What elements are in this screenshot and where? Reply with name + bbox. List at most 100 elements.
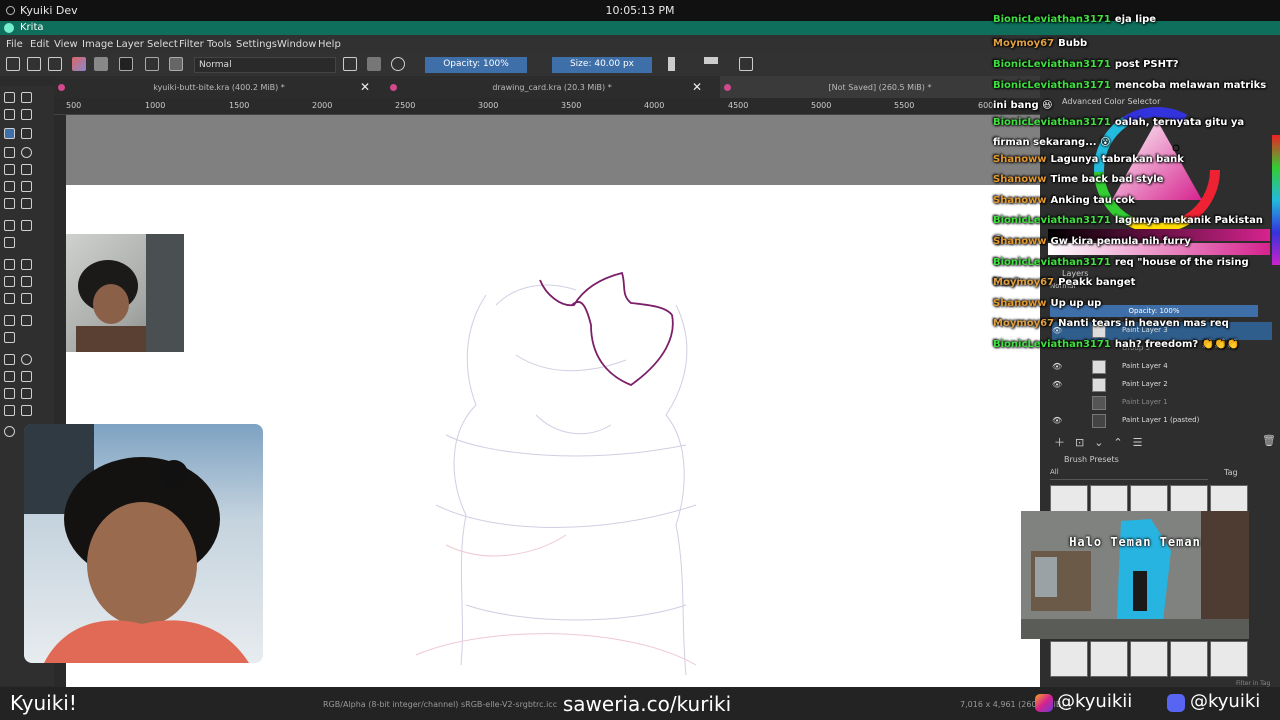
color-sampler-tool-icon[interactable] [21, 259, 32, 270]
chat-username: BionicLeviathan3171 [993, 14, 1111, 25]
chat-text: Anking tau cok [1050, 195, 1135, 206]
assistant-tool-icon[interactable] [4, 315, 15, 326]
calligraphy-tool-icon[interactable] [21, 109, 32, 120]
freehand-brush-tool-icon[interactable] [4, 128, 15, 139]
gradient-tool-icon[interactable] [4, 259, 15, 270]
gradient-swatch[interactable] [72, 57, 86, 71]
save-document-icon[interactable] [48, 57, 62, 71]
menu-select[interactable]: Select [147, 39, 178, 50]
chat-text: eja lipe [1114, 14, 1157, 25]
elliptical-selection-tool-icon[interactable] [21, 354, 32, 365]
menu-tools[interactable]: Tools [207, 39, 232, 50]
crop-tool-icon[interactable] [4, 237, 15, 248]
chat-username: BionicLeviathan3171 [993, 117, 1111, 128]
close-tab-icon[interactable]: ✕ [692, 80, 702, 94]
menu-filter[interactable]: Filter [179, 39, 204, 50]
reference-images-tool-icon[interactable] [4, 332, 15, 343]
open-document-icon[interactable] [27, 57, 41, 71]
chat-message: Moymoy67 Nanti tears in heaven mas req [993, 314, 1273, 334]
reload-preset-icon[interactable] [391, 57, 405, 71]
alpha-lock-icon[interactable] [367, 57, 381, 71]
text-tool-icon[interactable] [21, 92, 32, 103]
chat-username: BionicLeviathan3171 [993, 59, 1111, 70]
magnetic-selection-tool-icon[interactable] [21, 405, 32, 416]
visibility-eye-icon[interactable]: 👁 [1052, 380, 1062, 389]
contiguous-selection-tool-icon[interactable] [4, 388, 15, 399]
menu-help[interactable]: Help [318, 39, 341, 50]
ruler-label: 5000 [811, 101, 832, 110]
layer-actions[interactable]: ＋⊡⌄⌃☰ [1054, 434, 1153, 450]
tab-kyuiki-butt-bite[interactable]: kyuiki-butt-bite.kra (400.2 MiB) * ✕ [54, 76, 384, 98]
multibrush-tool-icon[interactable] [21, 198, 32, 209]
document-icon [58, 84, 65, 91]
menu-file[interactable]: File [6, 39, 23, 50]
dynamic-brush-tool-icon[interactable] [4, 198, 15, 209]
crop-icon[interactable] [739, 57, 753, 71]
brush-settings-icon[interactable] [145, 57, 159, 71]
chat-message: Moymoy67 Peakk banget [993, 273, 1273, 293]
discord-icon [1167, 694, 1185, 712]
freehand-selection-tool-icon[interactable] [21, 371, 32, 382]
brush-preset-icon[interactable] [169, 57, 183, 71]
freehand-path-tool-icon[interactable] [21, 181, 32, 192]
brush-tag-button[interactable]: Tag [1224, 468, 1238, 477]
menu-window[interactable]: Window [277, 39, 316, 50]
layer-row[interactable]: Paint Layer 1 [1052, 394, 1272, 412]
rectangle-tool-icon[interactable] [4, 147, 15, 158]
ruler-label: 500 [66, 101, 82, 110]
pattern-swatch[interactable] [94, 57, 108, 71]
brush-preset[interactable] [1090, 641, 1128, 677]
brush-size-slider[interactable]: Size: 40.00 px [552, 57, 652, 73]
bezier-selection-tool-icon[interactable] [4, 405, 15, 416]
colorize-mask-tool-icon[interactable] [4, 276, 15, 287]
move-tool-icon[interactable] [21, 220, 32, 231]
visibility-eye-icon[interactable]: 👁 [1052, 416, 1062, 425]
layer-row[interactable]: 👁 Paint Layer 2 [1052, 376, 1272, 394]
rectangular-selection-tool-icon[interactable] [4, 354, 15, 365]
ruler-label: 1500 [229, 101, 250, 110]
mirror-horizontal-icon[interactable] [668, 57, 675, 71]
chat-message: BionicLeviathan3171 oalah, ternyata gitu … [993, 113, 1273, 153]
brush-filter-select[interactable]: All [1050, 468, 1208, 480]
select-shapes-tool-icon[interactable] [4, 92, 15, 103]
chat-username: Shanoww [993, 174, 1047, 185]
bezier-tool-icon[interactable] [4, 181, 15, 192]
mirror-vertical-icon[interactable] [704, 57, 718, 64]
tab-drawing-card[interactable]: drawing_card.kra (20.3 MiB) * ✕ [386, 76, 718, 98]
layer-row[interactable]: 👁 Paint Layer 1 (pasted) [1052, 412, 1272, 430]
menu-settings[interactable]: Settings [236, 39, 277, 50]
polyline-tool-icon[interactable] [21, 164, 32, 175]
opacity-slider[interactable]: Opacity: 100% [425, 57, 527, 73]
delete-layer-icon[interactable]: 🗑 [1262, 434, 1276, 447]
brush-preset[interactable] [1050, 641, 1088, 677]
smart-patch-tool-icon[interactable] [21, 276, 32, 287]
polygon-tool-icon[interactable] [4, 164, 15, 175]
menu-edit[interactable]: Edit [30, 39, 49, 50]
brush-preset[interactable] [1170, 641, 1208, 677]
enclose-fill-tool-icon[interactable] [21, 293, 32, 304]
edit-shapes-tool-icon[interactable] [4, 109, 15, 120]
fill-tool-icon[interactable] [4, 293, 15, 304]
menu-view[interactable]: View [54, 39, 78, 50]
ellipse-tool-icon[interactable] [21, 147, 32, 158]
polygonal-selection-tool-icon[interactable] [4, 371, 15, 382]
chat-message: Shanoww Up up up [993, 294, 1273, 314]
transform-tool-icon[interactable] [4, 220, 15, 231]
close-tab-icon[interactable]: ✕ [360, 80, 370, 94]
eraser-icon[interactable] [343, 57, 357, 71]
blend-mode-select[interactable]: Normal [194, 57, 336, 73]
zoom-tool-icon[interactable] [4, 426, 15, 437]
menu-image[interactable]: Image [82, 39, 113, 50]
brush-preset[interactable] [1130, 641, 1168, 677]
cam-caption: Halo Teman Teman [1069, 535, 1201, 549]
measure-tool-icon[interactable] [21, 315, 32, 326]
similar-selection-tool-icon[interactable] [21, 388, 32, 399]
discord-handle: @kyuiki [1190, 691, 1261, 712]
foreground-color-icon[interactable] [119, 57, 133, 71]
main-toolbar: Normal Opacity: 100% Size: 40.00 px [0, 54, 1040, 76]
line-tool-icon[interactable] [21, 128, 32, 139]
new-document-icon[interactable] [6, 57, 20, 71]
filter-in-tag-field[interactable]: Filter in Tag [1236, 680, 1270, 687]
menu-layer[interactable]: Layer [116, 39, 144, 50]
brush-preset[interactable] [1210, 641, 1248, 677]
